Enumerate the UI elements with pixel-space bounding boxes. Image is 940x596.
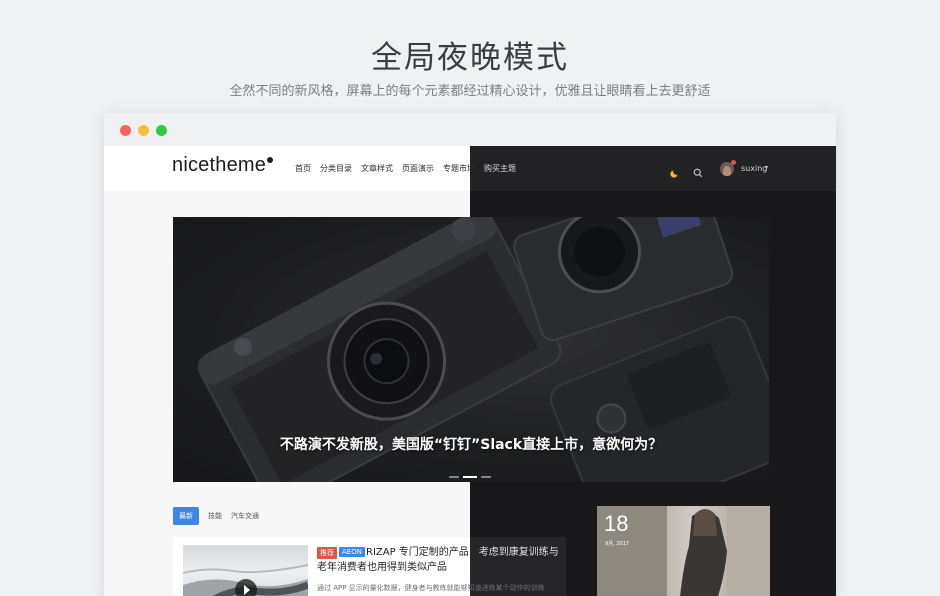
- nav-item-page-demo[interactable]: 页面演示: [402, 163, 434, 174]
- dark-header: [470, 146, 836, 191]
- feature-month: 9月, 2017: [605, 541, 630, 547]
- main-nav: 首页 分类目录 文章样式 页面演示 专题市场 购买主题: [295, 163, 516, 174]
- search-icon[interactable]: [693, 163, 703, 182]
- hero-slider[interactable]: 不路演不发新股，美国版“钉钉”Slack直接上市，意欲何为？: [173, 217, 769, 482]
- chevron-down-icon[interactable]: ▾: [765, 164, 768, 171]
- maximize-window-button[interactable]: [156, 125, 167, 136]
- logo-dot-icon: [267, 157, 274, 163]
- browser-window: nicetheme 首页 分类目录 文章样式 页面演示 专题市场 购买主题 su…: [104, 113, 836, 596]
- notification-dot: [731, 160, 736, 165]
- promo-subtitle: 全然不同的新风格，屏幕上的每个元素都经过精心设计，优雅且让眼睛看上去更舒适: [229, 84, 711, 99]
- feature-day: 18: [604, 511, 629, 536]
- nav-item-topics[interactable]: 专题市场: [443, 163, 475, 174]
- badge-aeon: AEON: [339, 547, 365, 557]
- promo-title: 全局夜晚模式: [371, 40, 569, 76]
- slider-dot-active[interactable]: [463, 476, 477, 478]
- moon-icon[interactable]: [670, 163, 680, 182]
- window-titlebar: [104, 113, 836, 146]
- nav-item-article-styles[interactable]: 文章样式: [361, 163, 393, 174]
- tab-latest[interactable]: 最新: [173, 507, 199, 525]
- post-excerpt: 通过 APP 显示的量化数据，健身者与教练就能够知道进练某个动作的训练: [317, 584, 545, 592]
- username[interactable]: suxing: [741, 164, 767, 173]
- tab-skills[interactable]: 技能: [208, 507, 222, 525]
- nav-item-buy-theme[interactable]: 购买主题: [484, 163, 516, 174]
- hero-caption[interactable]: 不路演不发新股，美国版“钉钉”Slack直接上市，意欲何为？: [173, 434, 769, 454]
- slider-dot[interactable]: [449, 476, 459, 478]
- play-icon[interactable]: [235, 579, 257, 596]
- post-category-tabs: 最新 技能 汽车交通: [173, 507, 259, 525]
- side-feature-card[interactable]: 18 9月, 2017: [597, 506, 770, 596]
- tab-auto[interactable]: 汽车交通: [231, 507, 259, 525]
- minimize-window-button[interactable]: [138, 125, 149, 136]
- slider-dot[interactable]: [481, 476, 491, 478]
- close-window-button[interactable]: [120, 125, 131, 136]
- site-logo[interactable]: nicetheme: [172, 154, 274, 177]
- nav-item-categories[interactable]: 分类目录: [320, 163, 352, 174]
- nav-item-home[interactable]: 首页: [295, 163, 311, 174]
- badge-recommended: 推荐: [317, 547, 337, 559]
